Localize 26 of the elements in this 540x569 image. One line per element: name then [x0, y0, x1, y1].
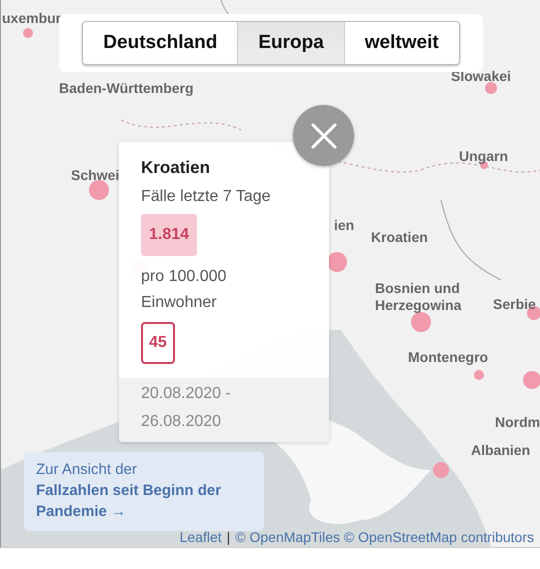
cases-label: Fälle letzte 7 Tage: [141, 187, 271, 207]
map-label: Schwei: [71, 167, 120, 184]
pandemic-link[interactable]: Fallzahlen seit Beginn der Pandemie →: [36, 480, 252, 522]
close-icon: [310, 122, 336, 148]
map-label: Serbie: [493, 296, 536, 313]
map-label: Montenegro: [408, 349, 488, 366]
link-intro: Zur Ansicht der: [36, 460, 138, 480]
map-label: Nordm: [495, 414, 540, 431]
region-tab[interactable]: Europa: [238, 22, 345, 64]
region-tab[interactable]: weltweit: [344, 22, 459, 64]
map-label: uxembur: [2, 10, 62, 27]
cases-value: 1.814: [141, 214, 198, 256]
map-label: Slowakei: [451, 68, 511, 85]
date-range: 20.08.2020 - 26.08.2020: [119, 378, 329, 442]
incidence-value: 45: [141, 322, 175, 364]
map-label: Baden-Württemberg: [59, 80, 194, 97]
region-tab[interactable]: Deutschland: [83, 22, 238, 64]
separator: |: [226, 529, 230, 545]
map-label: Ungarn: [459, 148, 508, 165]
popup-title: Kroatien: [141, 158, 210, 178]
map-label: Bosnien und Herzegowina: [375, 280, 462, 314]
attribution-link[interactable]: © OpenMapTiles © OpenStreetMap contributors: [235, 529, 534, 545]
map-label: Kroatien: [371, 229, 428, 246]
map-label: Albanien: [471, 442, 530, 459]
map-label: ien: [334, 217, 354, 234]
incidence-label: pro 100.000 Einwohner: [141, 267, 228, 313]
